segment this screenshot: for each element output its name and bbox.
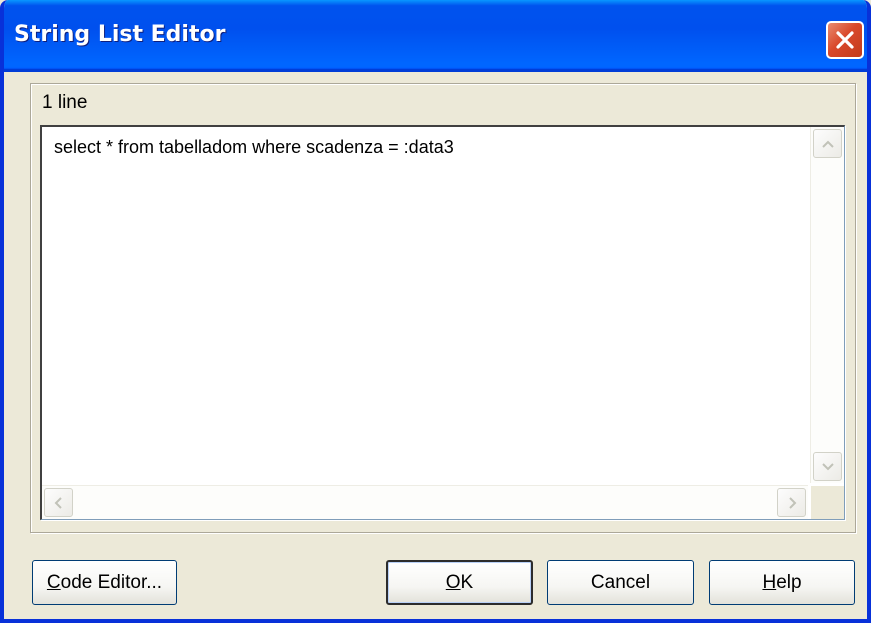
string-list-memo[interactable]: select * from tabelladom where scadenza …	[40, 125, 845, 520]
chevron-right-icon	[789, 497, 797, 509]
string-list-editor-dialog: String List Editor 1 line select * from …	[0, 0, 871, 623]
ok-mnemonic: O	[445, 571, 461, 593]
help-button[interactable]: Help	[709, 560, 855, 605]
horizontal-scrollbar[interactable]	[42, 485, 808, 519]
chevron-down-icon	[822, 463, 834, 471]
memo-text-line[interactable]: select * from tabelladom where scadenza …	[54, 137, 454, 158]
scrollbar-corner	[811, 486, 844, 519]
ok-label: K	[460, 571, 474, 593]
scroll-left-button[interactable]	[44, 488, 73, 517]
cancel-label: Cancel	[590, 571, 651, 593]
window-title: String List Editor	[14, 22, 226, 47]
scroll-down-button[interactable]	[813, 452, 842, 481]
scroll-right-button[interactable]	[777, 488, 806, 517]
cancel-button[interactable]: Cancel	[547, 560, 694, 605]
help-mnemonic: H	[762, 571, 777, 593]
chevron-left-icon	[54, 497, 62, 509]
close-button[interactable]	[826, 21, 864, 59]
close-icon	[836, 31, 854, 49]
code-editor-mnemonic: C	[46, 571, 61, 593]
vertical-scrollbar[interactable]	[810, 127, 844, 483]
line-count-label: 1 line	[42, 92, 88, 113]
title-bar[interactable]: String List Editor	[4, 0, 867, 72]
chevron-up-icon	[822, 140, 834, 148]
scroll-up-button[interactable]	[813, 129, 842, 158]
ok-button[interactable]: OK	[386, 560, 533, 605]
help-label: elp	[776, 571, 802, 593]
code-editor-label: ode Editor...	[60, 571, 163, 593]
code-editor-button[interactable]: Code Editor...	[32, 560, 177, 605]
